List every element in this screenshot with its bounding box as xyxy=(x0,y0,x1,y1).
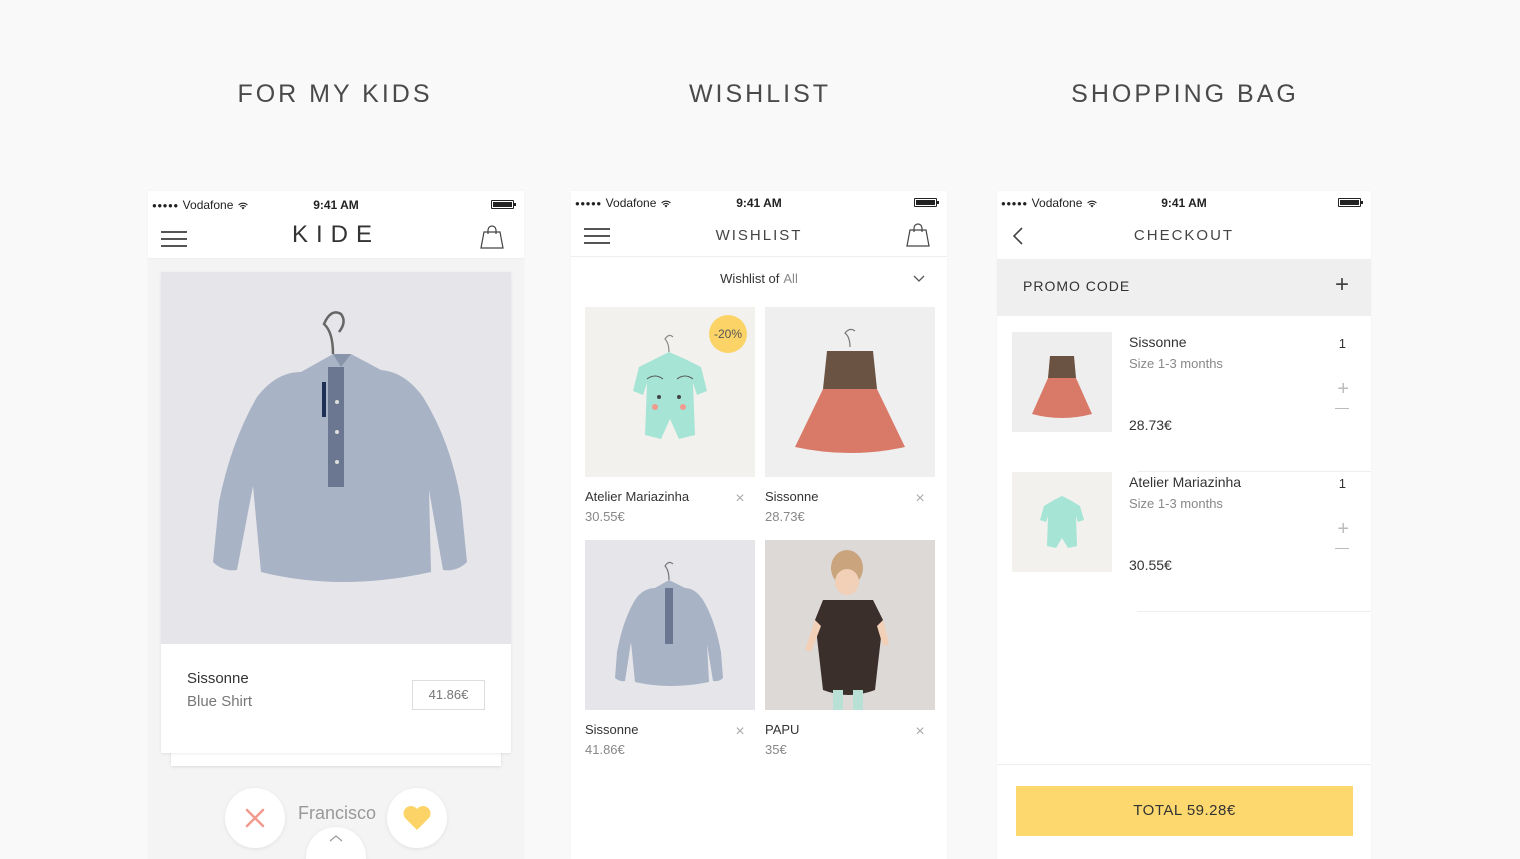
shopping-bag-icon[interactable] xyxy=(904,221,932,249)
top-nav: KIDE xyxy=(148,217,524,259)
like-button[interactable] xyxy=(387,788,447,848)
item-price: 35€ xyxy=(765,742,787,757)
item-brand: Atelier Mariazinha xyxy=(1129,474,1242,490)
divider xyxy=(997,764,1371,765)
section-title-bag: SHOPPING BAG xyxy=(1071,80,1299,108)
item-size: Size 1-3 months xyxy=(1129,356,1223,371)
wishlist-item[interactable]: PAPU 35€ × xyxy=(765,540,935,757)
remove-icon[interactable]: × xyxy=(913,724,927,740)
battery-icon xyxy=(1338,198,1363,207)
blue-shirt-illustration xyxy=(213,311,467,582)
product-brand: Sissonne xyxy=(187,670,249,687)
filter-value: All xyxy=(783,271,798,286)
status-bar: ●●●●● Vodafone 9:41 AM xyxy=(997,191,1371,215)
decrease-quantity-icon[interactable] xyxy=(1335,548,1349,549)
section-title-wishlist: WISHLIST xyxy=(688,80,832,108)
increase-quantity-icon[interactable]: + xyxy=(1337,518,1349,541)
decrease-quantity-icon[interactable] xyxy=(1335,408,1349,409)
shopping-bag-icon[interactable] xyxy=(478,223,506,251)
checkout-total-button[interactable]: TOTAL 59.28€ xyxy=(1016,786,1353,836)
chevron-down-icon xyxy=(913,275,925,282)
product-photo xyxy=(765,307,935,477)
divider xyxy=(1137,611,1371,612)
item-price: 30.55€ xyxy=(1129,557,1172,573)
plus-icon[interactable]: + xyxy=(1335,271,1349,299)
wishlist-filter[interactable]: Wishlist of All xyxy=(571,271,947,286)
remove-icon[interactable]: × xyxy=(913,491,927,507)
product-card[interactable]: Sissonne Blue Shirt 41.86€ xyxy=(161,272,511,753)
item-price: 28.73€ xyxy=(765,509,805,524)
increase-quantity-icon[interactable]: + xyxy=(1337,378,1349,401)
top-nav: WISHLIST xyxy=(571,215,947,257)
kid-selector[interactable]: Francisco xyxy=(298,803,376,824)
item-price: 30.55€ xyxy=(585,509,625,524)
dislike-button[interactable] xyxy=(225,788,285,848)
promo-code-row[interactable]: PROMO CODE + xyxy=(997,259,1371,316)
cart-item: Atelier Mariazinha Size 1-3 months 30.55… xyxy=(997,472,1371,612)
dress-thumbnail xyxy=(1012,332,1112,432)
wishlist-item[interactable]: Sissonne 41.86€ × xyxy=(585,540,755,757)
clock: 9:41 AM xyxy=(1161,196,1207,210)
product-photo xyxy=(765,540,935,710)
status-bar: ●●●●● Vodafone 9:41 AM xyxy=(571,191,947,215)
page-title: CHECKOUT xyxy=(1133,227,1235,244)
item-price: 41.86€ xyxy=(585,742,625,757)
romper-thumbnail xyxy=(1012,472,1112,572)
dress-illustration xyxy=(795,328,905,453)
item-thumbnail xyxy=(1012,472,1112,572)
item-quantity: 1 xyxy=(1338,476,1346,491)
page-title: WISHLIST xyxy=(715,227,803,244)
product-price: 41.86€ xyxy=(412,680,485,710)
cart-item: Sissonne Size 1-3 months 28.73€ 1 + xyxy=(997,332,1371,472)
battery-icon xyxy=(491,200,516,209)
discount-badge: -20% xyxy=(709,315,747,353)
status-bar: ●●●●● Vodafone 9:41 AM xyxy=(148,191,524,217)
product-photo: -20% xyxy=(585,307,755,477)
phone-checkout-screen: ●●●●● Vodafone 9:41 AM CHECKOUT PROMO CO… xyxy=(997,191,1371,859)
expand-button[interactable] xyxy=(306,827,366,859)
product-photo xyxy=(161,272,511,644)
product-name: Blue Shirt xyxy=(187,693,253,710)
close-icon xyxy=(245,808,265,828)
item-brand: Sissonne xyxy=(585,722,639,737)
app-logo: KIDE xyxy=(291,221,380,248)
item-brand: Sissonne xyxy=(765,489,819,504)
filter-label: Wishlist of xyxy=(720,271,780,286)
battery-icon xyxy=(914,198,939,207)
clock: 9:41 AM xyxy=(736,196,782,210)
clock: 9:41 AM xyxy=(313,198,359,212)
remove-icon[interactable]: × xyxy=(733,491,747,507)
wishlist-item[interactable]: -20% Atelier Mariazinha 30.55€ × xyxy=(585,307,755,524)
phone-wishlist-screen: ●●●●● Vodafone 9:41 AM WISHLIST Wishlist… xyxy=(571,191,947,859)
chevron-up-icon xyxy=(329,835,343,842)
top-nav: CHECKOUT xyxy=(997,215,1371,257)
item-price: 28.73€ xyxy=(1129,417,1172,433)
product-photo xyxy=(585,540,755,710)
wishlist-item[interactable]: Sissonne 28.73€ × xyxy=(765,307,935,524)
promo-code-label: PROMO CODE xyxy=(1023,278,1131,294)
item-brand: PAPU xyxy=(765,722,800,737)
remove-icon[interactable]: × xyxy=(733,724,747,740)
girl-dress-illustration xyxy=(805,550,889,710)
item-brand: Sissonne xyxy=(1129,334,1187,350)
item-size: Size 1-3 months xyxy=(1129,496,1223,511)
item-thumbnail xyxy=(1012,332,1112,432)
card-stack-shadow xyxy=(171,751,501,766)
section-title-kids: FOR MY KIDS xyxy=(237,80,433,108)
phone-kids-screen: ●●●●● Vodafone 9:41 AM KIDE Sissonne Blu… xyxy=(148,191,524,859)
item-brand: Atelier Mariazinha xyxy=(585,489,690,504)
heart-icon xyxy=(403,806,431,830)
blue-shirt-illustration xyxy=(615,561,723,686)
item-quantity: 1 xyxy=(1338,336,1346,351)
